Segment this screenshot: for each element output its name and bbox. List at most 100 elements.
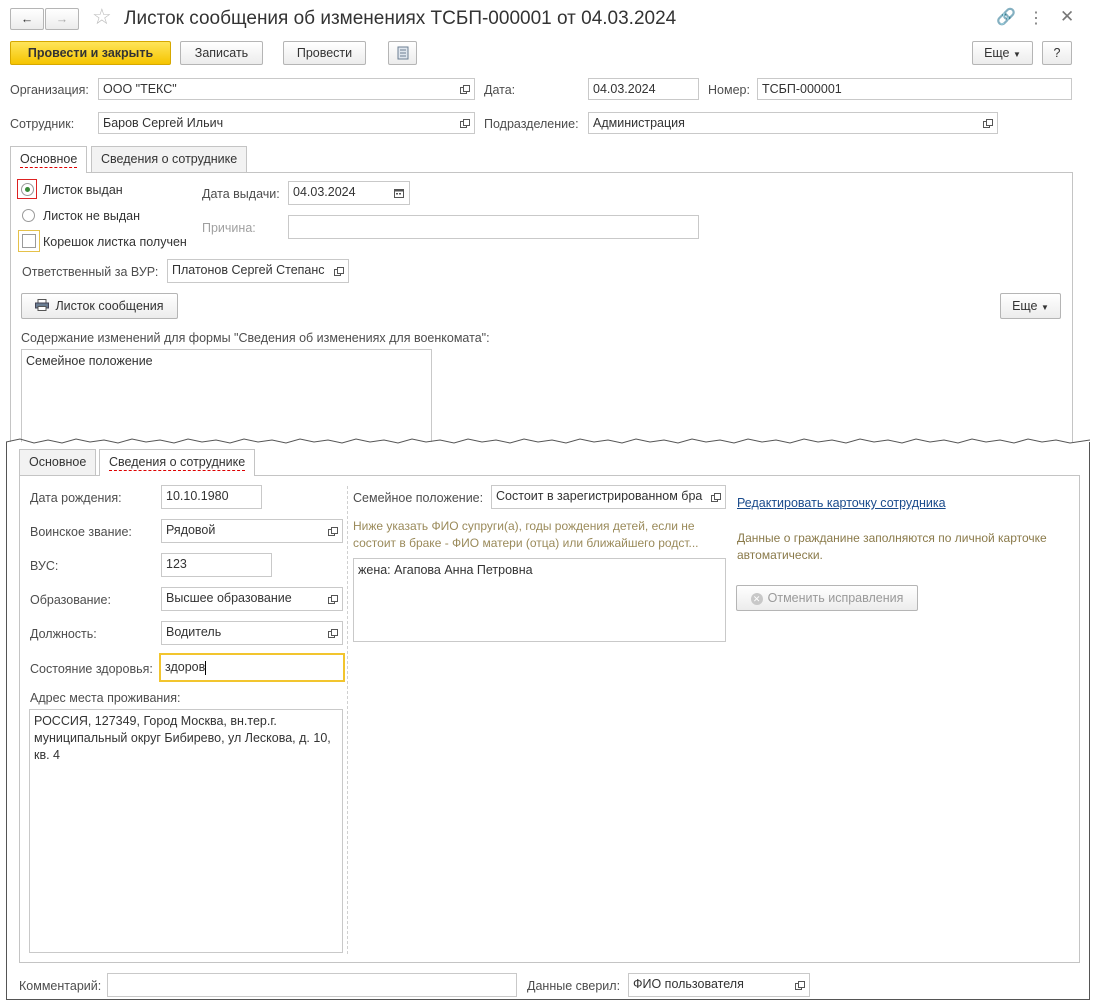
tab-employee-info-label: Сведения о сотруднике [101,152,238,166]
chevron-down-icon: ▼ [1013,50,1021,59]
open-icon[interactable] [328,260,348,282]
edit-employee-card-link[interactable]: Редактировать карточку сотрудника [737,496,946,510]
document-list-icon[interactable] [388,41,417,65]
dept-field[interactable]: Администрация [588,112,998,134]
auto-fill-note: Данные о гражданине заполняются по лично… [737,531,1047,562]
reason-label: Причина: [202,221,256,235]
radio-issued[interactable] [21,183,34,196]
dept-label: Подразделение: [484,117,579,131]
cancel-corrections-button[interactable]: ✕ Отменить исправления [736,585,918,611]
cancel-icon: ✕ [750,592,763,605]
responsible-label: Ответственный за ВУР: [22,265,159,279]
chevron-down-icon: ▼ [1041,303,1049,312]
number-field[interactable]: ТСБП-000001 [757,78,1072,100]
dept-value: Администрация [593,116,685,130]
forward-button[interactable]: → [45,8,79,30]
responsible-field[interactable]: Платонов Сергей Степанс [167,259,349,283]
open-icon[interactable] [977,113,997,133]
issue-date-field[interactable]: 04.03.2024 [288,181,410,205]
close-icon[interactable]: ✕ [1060,7,1074,27]
post-button[interactable]: Провести [283,41,366,65]
number-label: Номер: [708,83,750,97]
radio-not-issued-label: Листок не выдан [43,209,141,223]
tab-employee-info[interactable]: Сведения о сотруднике [91,146,248,172]
more-label-2: Еще [1012,299,1038,313]
vus-value: 123 [166,557,187,571]
family-value: Состоит в зарегистрированном бра [496,489,703,503]
column-divider [347,486,348,954]
employee-field[interactable]: Баров Сергей Ильич [98,112,475,134]
family-hint: Ниже указать ФИО супруги(а), годы рожден… [353,519,699,550]
more-button[interactable]: Еще ▼ [972,41,1033,65]
calendar-icon[interactable] [389,182,409,204]
position-field[interactable]: Водитель [161,621,343,645]
changes-textarea[interactable]: Семейное положение [21,349,432,449]
favorite-star-icon[interactable]: ☆ [92,4,112,30]
help-button[interactable]: ? [1042,41,1072,65]
health-label: Состояние здоровья: [30,662,153,676]
health-field[interactable]: здоров [159,653,345,682]
vus-field[interactable]: 123 [161,553,272,577]
position-value: Водитель [166,625,222,639]
save-button[interactable]: Записать [180,41,263,65]
rank-label: Воинское звание: [30,525,132,539]
more-button-2[interactable]: Еще ▼ [1000,293,1061,319]
date-field[interactable]: 04.03.2024 [588,78,699,100]
open-icon[interactable] [454,113,474,133]
reason-field[interactable] [288,215,699,239]
stub-checkbox[interactable] [22,234,36,248]
tab-main-label: Основное [20,152,78,168]
org-value: ООО "ТЕКС" [103,82,177,96]
checked-label: Данные сверил: [527,979,621,993]
link-icon[interactable]: 🔗 [996,7,1016,27]
tab-employee-info-2[interactable]: Сведения о сотруднике [99,449,256,476]
tab-main-2-label: Основное [29,455,87,469]
print-message-label: Листок сообщения [55,299,164,313]
position-label: Должность: [30,627,97,641]
health-value: здоров [165,660,206,674]
address-textarea[interactable]: РОССИЯ, 127349, Город Москва, вн.тер.г. … [29,709,343,953]
family-textarea[interactable]: жена: Агапова Анна Петровна [353,558,726,642]
rank-field[interactable]: Рядовой [161,519,343,543]
changes-label: Содержание изменений для формы "Сведения… [21,331,490,345]
issue-date-label: Дата выдачи: [202,187,280,201]
open-icon[interactable] [322,622,342,644]
education-label: Образование: [30,593,111,607]
issue-date-value: 04.03.2024 [293,185,356,199]
open-icon[interactable] [322,520,342,542]
post-and-close-button[interactable]: Провести и закрыть [10,41,171,65]
birth-date-field[interactable]: 10.10.1980 [161,485,262,509]
back-button[interactable]: ← [10,8,44,30]
radio-not-issued[interactable] [22,209,35,222]
birth-date-value: 10.10.1980 [166,489,229,503]
window-title: Листок сообщения об изменениях ТСБП-0000… [124,8,677,29]
number-value: ТСБП-000001 [762,82,842,96]
comment-label: Комментарий: [19,979,102,993]
org-label: Организация: [10,83,89,97]
menu-dots-icon[interactable]: ⋮ [1028,8,1044,28]
employee-value: Баров Сергей Ильич [103,116,224,130]
torn-edge [6,438,1090,444]
print-message-button[interactable]: Листок сообщения [21,293,178,319]
responsible-value: Платонов Сергей Степанс [172,263,325,277]
tab-main-2[interactable]: Основное [19,449,97,475]
org-field[interactable]: ООО "ТЕКС" [98,78,475,100]
employee-label: Сотрудник: [10,117,75,131]
birth-date-label: Дата рождения: [30,491,122,505]
checked-field[interactable]: ФИО пользователя [628,973,810,997]
radio-issued-label: Листок выдан [43,183,123,197]
more-label: Еще [984,46,1010,60]
tab-main[interactable]: Основное [10,146,88,173]
date-value: 04.03.2024 [593,82,656,96]
education-value: Высшее образование [166,591,292,605]
comment-field[interactable] [107,973,517,997]
open-icon[interactable] [789,974,809,996]
vus-label: ВУС: [30,559,59,573]
open-icon[interactable] [454,79,474,99]
family-field[interactable]: Состоит в зарегистрированном бра [491,485,726,509]
rank-value: Рядовой [166,523,216,537]
open-icon[interactable] [322,588,342,610]
education-field[interactable]: Высшее образование [161,587,343,611]
printer-icon [35,295,50,319]
open-icon[interactable] [705,486,725,508]
